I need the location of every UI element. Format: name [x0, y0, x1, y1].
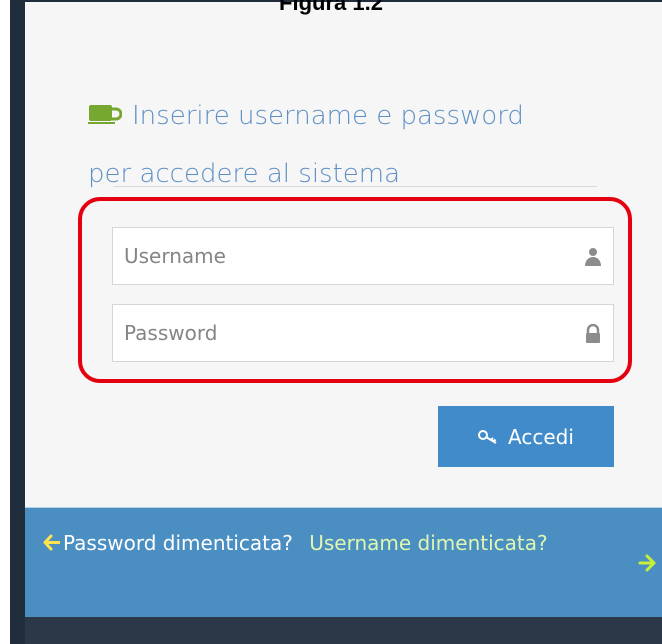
forgot-password-label: Password dimenticata? — [63, 531, 293, 555]
password-field-wrapper — [112, 304, 614, 362]
forgot-username-label: Username dimenticata? — [309, 531, 548, 555]
bottom-strip — [25, 617, 662, 644]
arrow-right-icon[interactable] — [637, 553, 657, 573]
username-field-wrapper — [112, 227, 614, 285]
key-icon — [478, 425, 498, 449]
user-icon — [583, 247, 603, 267]
coffee-icon — [88, 89, 123, 124]
login-button-label: Accedi — [508, 424, 574, 449]
login-screenshot: Inserire username e password per acceder… — [10, 0, 662, 644]
footer-links: Password dimenticata? Username dimentica… — [43, 531, 548, 555]
lock-icon — [583, 323, 603, 344]
forgot-username-link[interactable]: Username dimenticata? — [309, 531, 547, 555]
login-button[interactable]: Accedi — [438, 406, 614, 467]
figure-caption: Figura 1.2 — [279, 0, 383, 15]
heading-divider — [113, 186, 597, 187]
login-footer: Password dimenticata? Username dimentica… — [25, 507, 662, 618]
heading-line-2: per accedere al sistema — [88, 159, 401, 189]
login-box: Inserire username e password per acceder… — [25, 2, 662, 507]
password-input[interactable] — [113, 305, 613, 361]
forgot-password-link[interactable]: Password dimenticata? — [43, 531, 299, 555]
heading-line-1: Inserire username e password — [132, 101, 524, 131]
arrow-left-icon — [43, 532, 61, 551]
username-input[interactable] — [113, 228, 613, 284]
